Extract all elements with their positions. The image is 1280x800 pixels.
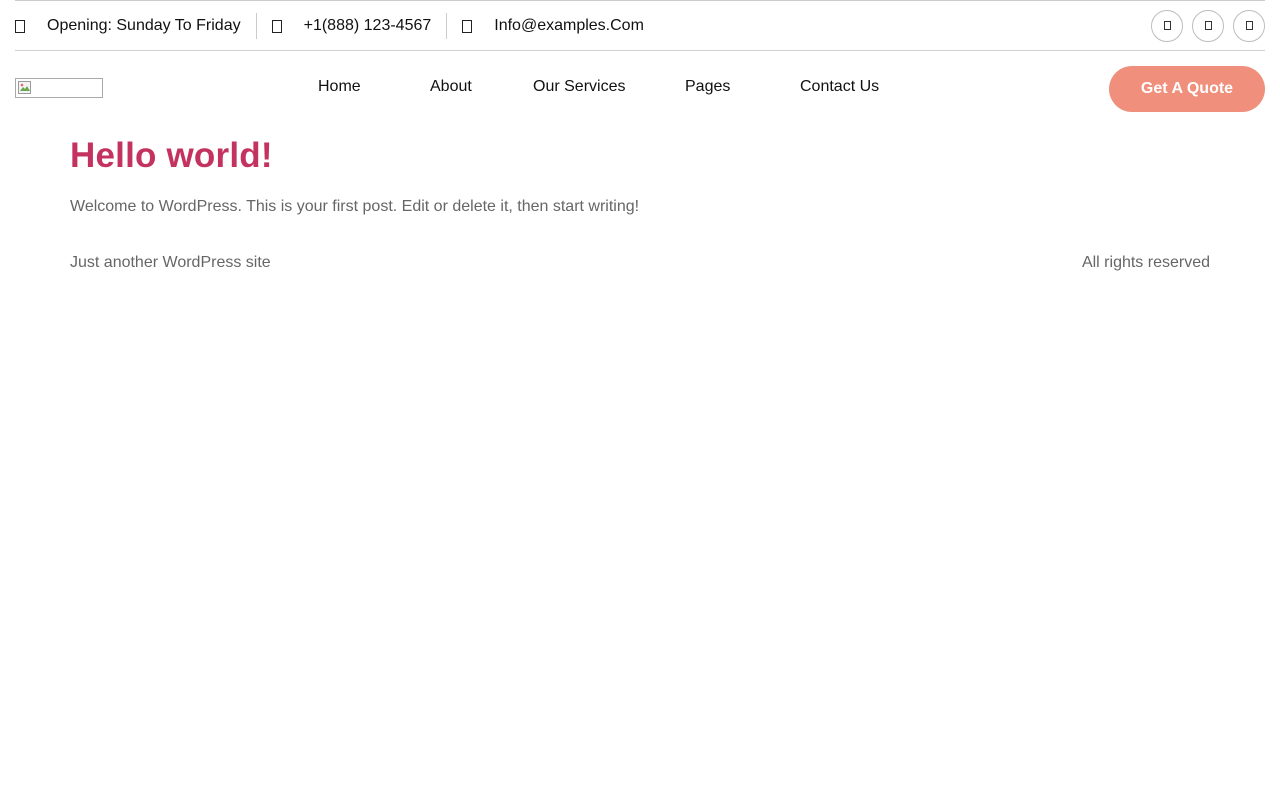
nav-contact-us[interactable]: Contact Us	[800, 78, 879, 96]
divider	[255, 12, 257, 39]
twitter-button[interactable]	[1192, 9, 1224, 42]
opening-hours: Opening: Sunday To Friday	[15, 1, 241, 50]
social-links	[1151, 9, 1265, 42]
opening-hours-text: Opening: Sunday To Friday	[47, 16, 241, 34]
facebook-icon	[1163, 21, 1171, 30]
post-excerpt: Welcome to WordPress. This is your first…	[70, 198, 640, 215]
twitter-icon	[1204, 21, 1212, 30]
post-title[interactable]: Hello world!	[70, 136, 273, 176]
mail-icon	[462, 20, 473, 33]
site-tagline: Just another WordPress site	[70, 254, 271, 271]
phone-icon	[271, 20, 282, 33]
get-a-quote-button[interactable]: Get A Quote	[1109, 66, 1265, 112]
instagram-icon	[1245, 21, 1253, 30]
nav-our-services[interactable]: Our Services	[533, 78, 625, 96]
instagram-button[interactable]	[1233, 9, 1265, 42]
top-info-bar: Opening: Sunday To Friday +1(888) 123-45…	[15, 1, 1265, 51]
clock-icon	[15, 20, 25, 33]
facebook-button[interactable]	[1151, 9, 1183, 42]
email-text[interactable]: Info@examples.Com	[494, 17, 644, 35]
phone-text[interactable]: +1(888) 123-4567	[304, 17, 432, 35]
site-header: Home About Our Services Pages Contact Us…	[15, 52, 1265, 124]
email-address[interactable]: Info@examples.Com	[462, 1, 644, 50]
copyright-notice: All rights reserved	[1081, 254, 1210, 271]
main-nav: Home About Our Services Pages Contact Us	[15, 52, 1265, 124]
phone-number[interactable]: +1(888) 123-4567	[271, 1, 432, 50]
nav-home[interactable]: Home	[318, 78, 361, 96]
nav-about[interactable]: About	[430, 78, 472, 96]
nav-pages[interactable]: Pages	[685, 78, 730, 96]
divider	[446, 12, 448, 39]
